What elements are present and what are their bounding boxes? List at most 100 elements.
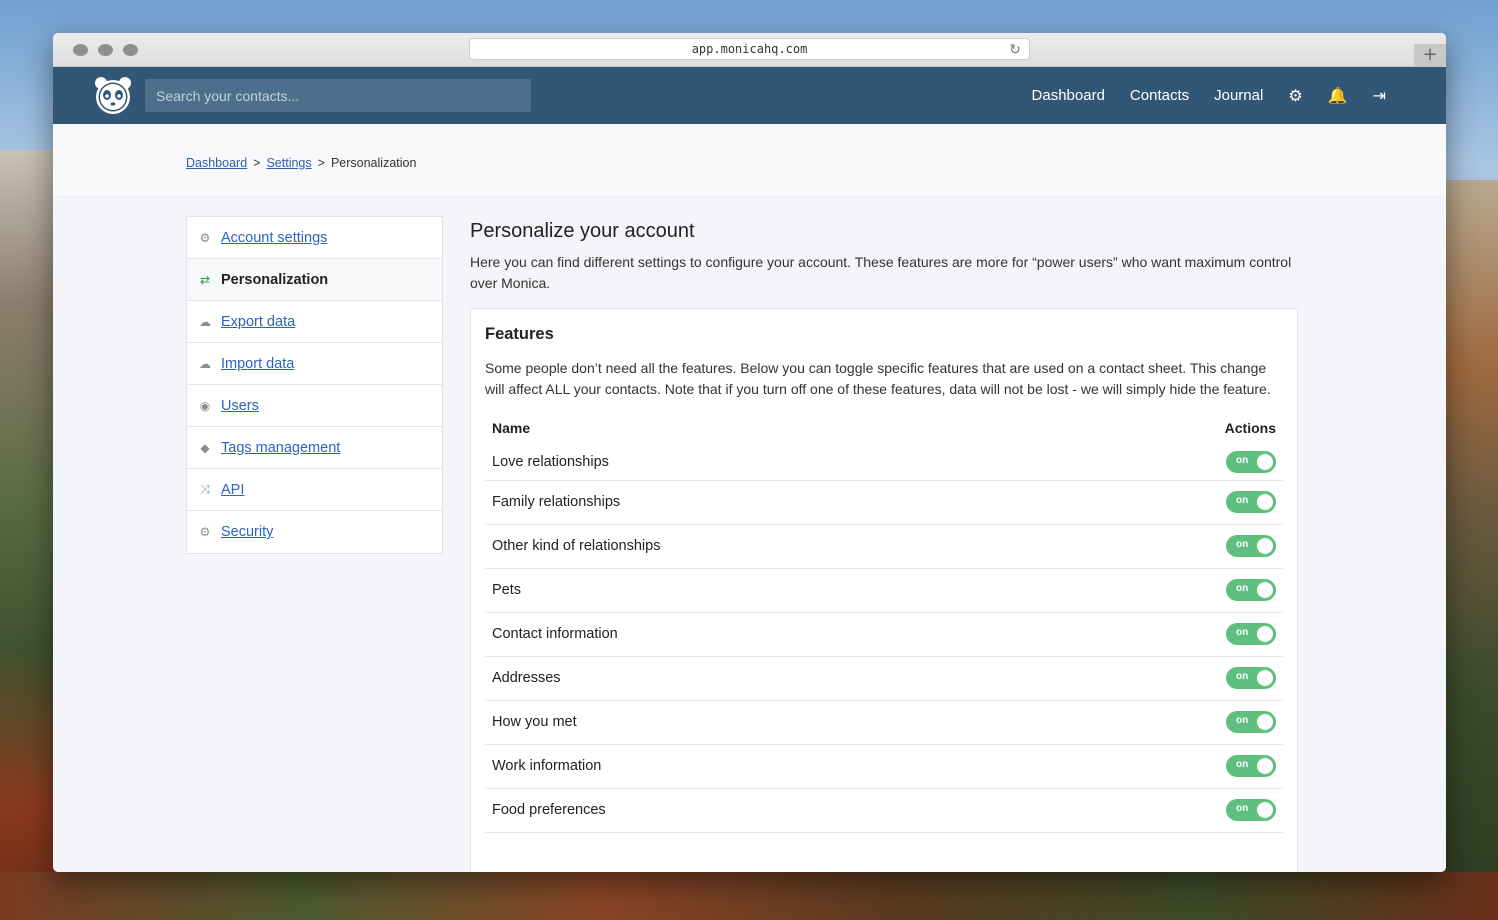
logout-icon[interactable]: ⇥ [1373,87,1386,104]
breadcrumb-settings-link[interactable]: Settings [266,156,311,170]
sidebar-item-label[interactable]: Tags management [221,440,340,456]
sidebar-item-import-data[interactable]: ☁ Import data [187,343,442,385]
sidebar-item-label[interactable]: Security [221,524,273,540]
toggle-label: on [1236,627,1249,638]
main-content: Personalize your account Here you can fi… [470,216,1298,872]
table-row: Contact information on [485,612,1283,657]
toggle-knob [1257,670,1273,686]
table-row: How you met on [485,700,1283,745]
close-window-button[interactable] [73,44,88,56]
monica-logo-icon[interactable] [93,75,133,115]
feature-name: Pets [485,568,1073,613]
toggle-label: on [1236,671,1249,682]
feature-toggle[interactable]: on [1226,623,1276,645]
toggle-knob [1257,626,1273,642]
sidebar-item-label[interactable]: Import data [221,356,294,372]
sidebar-item-label[interactable]: Account settings [221,230,327,246]
feature-toggle[interactable]: on [1226,535,1276,557]
feature-toggle[interactable]: on [1226,450,1276,473]
feature-toggle[interactable]: on [1226,755,1276,777]
feature-name: Contact information [485,612,1073,657]
settings-sidebar: ⚙ Account settings ⇄ Personalization ☁ E… [186,216,443,554]
feature-toggle[interactable]: on [1226,799,1276,821]
toggle-knob [1257,582,1273,598]
feature-name: Food preferences [485,788,1073,833]
toggle-label: on [1236,759,1249,770]
table-row: Family relationships on [485,480,1283,525]
user-circle-icon: ◉ [199,398,211,413]
table-row: Love relationships on [485,444,1283,481]
nav-dashboard-link[interactable]: Dashboard [1032,87,1105,104]
sidebar-item-tags-management[interactable]: ◆ Tags management [187,427,442,469]
toggle-knob [1257,494,1273,510]
feature-name: Work information [485,744,1073,789]
toggle-knob [1257,714,1273,730]
cloud-upload-icon: ☁ [199,356,211,371]
feature-name: Other kind of relationships [485,524,1073,569]
toggle-knob [1257,538,1273,554]
zoom-window-button[interactable] [123,44,138,56]
notification-bell-icon[interactable]: 🔔 [1328,87,1348,104]
toggle-knob [1257,453,1273,470]
settings-gear-icon[interactable]: ⚙ [1288,87,1302,104]
toggle-label: on [1236,803,1249,814]
sidebar-item-label[interactable]: API [221,482,244,498]
features-heading: Features [485,325,554,343]
sidebar-item-personalization[interactable]: ⇄ Personalization [187,259,442,301]
feature-toggle[interactable]: on [1226,579,1276,601]
toggle-knob [1257,802,1273,818]
sidebar-item-account-settings[interactable]: ⚙ Account settings [187,217,442,259]
breadcrumb: Dashboard > Settings > Personalization [186,156,416,170]
top-navigation: Dashboard Contacts Journal ⚙ 🔔 ⇥ [53,67,1446,124]
toggle-label: on [1236,715,1249,726]
gear-icon: ⚙ [199,525,211,539]
feature-toggle[interactable]: on [1226,667,1276,689]
toggle-knob [1257,758,1273,774]
search-input[interactable] [145,79,531,112]
table-row: Work information on [485,744,1283,789]
nav-contacts-link[interactable]: Contacts [1130,87,1189,104]
address-bar[interactable]: app.monicahq.com ↻ [469,38,1030,60]
url-text: app.monicahq.com [691,42,808,56]
toggle-label: on [1236,454,1249,466]
table-header-row: Name Actions [485,420,1283,444]
new-tab-button[interactable]: + [1414,44,1446,66]
toggle-label: on [1236,539,1249,550]
browser-chrome: app.monicahq.com ↻ + [53,33,1446,67]
feature-name: How you met [485,700,1073,745]
sidebar-item-export-data[interactable]: ☁ Export data [187,301,442,343]
sidebar-item-label[interactable]: Users [221,398,259,414]
reload-icon[interactable]: ↻ [1009,40,1021,60]
handshake-icon: ⇄ [199,272,211,287]
page-intro: Here you can find different settings to … [470,254,1292,291]
gear-icon: ⚙ [199,230,211,245]
features-table: Name Actions Love relationships on Famil… [485,420,1283,833]
table-row: Addresses on [485,656,1283,701]
window-controls [73,44,138,56]
breadcrumb-separator: > [317,156,325,170]
breadcrumb-dashboard-link[interactable]: Dashboard [186,156,247,170]
minimize-window-button[interactable] [98,44,113,56]
feature-name: Addresses [485,656,1073,701]
sidebar-item-security[interactable]: ⚙ Security [187,511,442,553]
sidebar-item-users[interactable]: ◉ Users [187,385,442,427]
page-title: Personalize your account [470,220,695,242]
feature-toggle[interactable]: on [1226,711,1276,733]
features-description: Some people don’t need all the features.… [485,360,1271,397]
random-icon: ⤨ [200,482,210,496]
nav-journal-link[interactable]: Journal [1214,87,1263,104]
tags-icon: ◆ [200,440,210,455]
sidebar-item-label: Personalization [221,271,329,288]
table-row: Food preferences on [485,788,1283,833]
toggle-label: on [1236,583,1249,594]
breadcrumb-separator: > [253,156,261,170]
desktop-wallpaper-left [0,150,53,920]
toggle-label: on [1236,495,1249,506]
desktop-wallpaper-bottom [0,872,1498,920]
feature-toggle[interactable]: on [1226,491,1276,513]
sidebar-item-label[interactable]: Export data [221,314,295,330]
features-card: Features Some people don’t need all the … [470,308,1298,872]
sidebar-item-api[interactable]: ⤨ API [187,469,442,511]
column-header-name: Name [492,420,531,436]
desktop-wallpaper-right [1446,180,1498,920]
